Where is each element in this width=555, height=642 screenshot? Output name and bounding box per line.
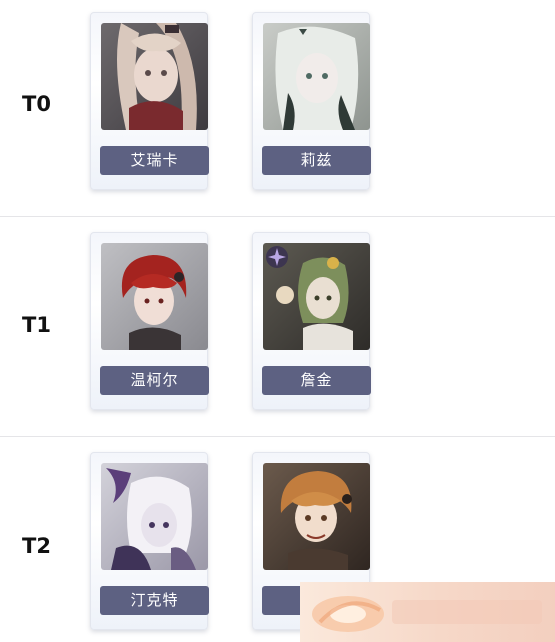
character-card-tinket[interactable]: 汀克特 [90, 452, 209, 630]
character-card-winkel[interactable]: 温柯尔 [90, 232, 209, 410]
erica-portrait [101, 23, 208, 130]
watermark-logo [300, 582, 555, 642]
character-name-liz: 莉兹 [262, 146, 371, 175]
character-card-erica[interactable]: 艾瑞卡 [90, 12, 209, 190]
tier-list-page: T0 艾瑞卡 莉兹 T1 温柯尔 詹金 T2 汀克特 [0, 0, 555, 642]
character-card-jenkin[interactable]: 詹金 [252, 232, 371, 410]
tier-label-t1: T1 [22, 313, 51, 337]
tier-label-t0: T0 [22, 92, 51, 116]
liz-portrait [263, 23, 370, 130]
tier-divider [0, 436, 555, 437]
character-name-winkel: 温柯尔 [100, 366, 209, 395]
tier-label-t2: T2 [22, 534, 51, 558]
character-name-jenkin: 詹金 [262, 366, 371, 395]
tinket-portrait [101, 463, 208, 570]
tier-divider [0, 216, 555, 217]
ka-portrait [263, 463, 370, 570]
character-name-tinket: 汀克特 [100, 586, 209, 615]
character-card-liz[interactable]: 莉兹 [252, 12, 371, 190]
jenkin-portrait [263, 243, 370, 350]
character-name-erica: 艾瑞卡 [100, 146, 209, 175]
winkel-portrait [101, 243, 208, 350]
